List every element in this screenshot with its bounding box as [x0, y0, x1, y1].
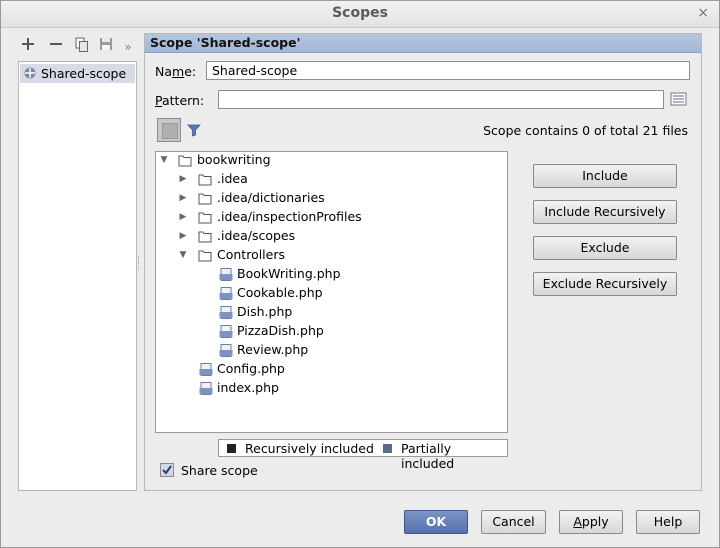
- window-title: Scopes: [332, 5, 388, 21]
- tree-label: .idea/dictionaries: [217, 190, 325, 205]
- folder-icon: [198, 212, 212, 224]
- share-scope-checkbox[interactable]: [160, 463, 174, 477]
- tree-label: Config.php: [217, 361, 285, 376]
- help-button[interactable]: Help: [636, 510, 700, 534]
- tree-label: Review.php: [237, 342, 309, 357]
- view-icon: [162, 123, 178, 139]
- filter-icon[interactable]: [187, 123, 201, 137]
- php-file-icon: [219, 344, 233, 357]
- shared-scope-icon: [24, 67, 36, 79]
- title-bar: Scopes ×: [1, 1, 719, 28]
- save-icon[interactable]: [97, 37, 115, 57]
- collapsed-arrow-icon[interactable]: ▶: [178, 174, 188, 184]
- splitter-handle[interactable]: [138, 256, 142, 270]
- scope-info: Scope contains 0 of total 21 files: [483, 123, 688, 138]
- flatten-view-toggle[interactable]: [157, 118, 181, 142]
- tree-label: .idea/scopes: [217, 228, 296, 243]
- panel-header: Scope 'Shared-scope': [145, 34, 701, 53]
- pattern-field[interactable]: [218, 90, 664, 109]
- file-tree[interactable]: ▼ bookwriting ▶ .idea ▶ .idea/dictionari…: [155, 151, 508, 433]
- folder-icon: [198, 193, 212, 205]
- cancel-button[interactable]: Cancel: [481, 510, 546, 534]
- checkmark-icon: [162, 465, 172, 475]
- close-icon[interactable]: ×: [697, 5, 709, 21]
- scopes-list: Shared-scope: [18, 61, 137, 491]
- remove-icon[interactable]: [47, 37, 65, 57]
- folder-icon: [198, 250, 212, 262]
- edit-pattern-icon[interactable]: [670, 90, 688, 108]
- scope-item-shared-scope[interactable]: Shared-scope: [20, 64, 135, 83]
- copy-icon[interactable]: [73, 37, 91, 57]
- apply-button[interactable]: Apply: [559, 510, 623, 534]
- ok-button[interactable]: OK: [404, 510, 468, 534]
- php-file-icon: [219, 287, 233, 300]
- scope-item-label: Shared-scope: [41, 66, 127, 81]
- legend: Recursively included Partially included: [218, 439, 508, 471]
- include-recursively-button[interactable]: Include Recursively: [533, 200, 677, 224]
- share-scope-label: Share scope: [181, 463, 258, 478]
- name-label: Name:: [155, 64, 197, 79]
- include-button[interactable]: Include: [533, 164, 677, 188]
- legend-recursive: Recursively included: [245, 441, 374, 456]
- tree-label: BookWriting.php: [237, 266, 341, 281]
- name-field[interactable]: [206, 61, 690, 80]
- pattern-label: Pattern:: [155, 93, 205, 108]
- more-icon[interactable]: »: [119, 37, 137, 57]
- tree-label: Controllers: [217, 247, 285, 262]
- exclude-recursively-button[interactable]: Exclude Recursively: [533, 272, 677, 296]
- tree-label: index.php: [217, 380, 279, 395]
- php-file-icon: [219, 325, 233, 338]
- partial-swatch: [383, 444, 392, 453]
- folder-icon: [198, 174, 212, 186]
- php-file-icon: [219, 306, 233, 319]
- add-icon[interactable]: [19, 37, 37, 57]
- php-file-icon: [219, 268, 233, 281]
- panel-title: Scope 'Shared-scope': [150, 35, 301, 50]
- folder-icon: [178, 155, 192, 167]
- tree-label: Cookable.php: [237, 285, 323, 300]
- tree-label: .idea/inspectionProfiles: [217, 209, 362, 224]
- folder-icon: [198, 231, 212, 243]
- scopes-dialog: Scopes × » Shared-scope Scope 'Shared-sc…: [0, 0, 720, 548]
- exclude-button[interactable]: Exclude: [533, 236, 677, 260]
- php-file-icon: [199, 382, 213, 395]
- recursive-swatch: [227, 444, 236, 453]
- tree-label: bookwriting: [197, 152, 271, 167]
- tree-label: .idea: [217, 171, 248, 186]
- expanded-arrow-icon[interactable]: ▼: [159, 155, 169, 165]
- legend-partial: Partially included: [401, 441, 455, 471]
- collapsed-arrow-icon[interactable]: ▶: [178, 193, 188, 203]
- tree-label: PizzaDish.php: [237, 323, 324, 338]
- collapsed-arrow-icon[interactable]: ▶: [178, 212, 188, 222]
- tree-label: Dish.php: [237, 304, 293, 319]
- php-file-icon: [199, 363, 213, 376]
- expanded-arrow-icon[interactable]: ▼: [178, 250, 188, 260]
- collapsed-arrow-icon[interactable]: ▶: [178, 231, 188, 241]
